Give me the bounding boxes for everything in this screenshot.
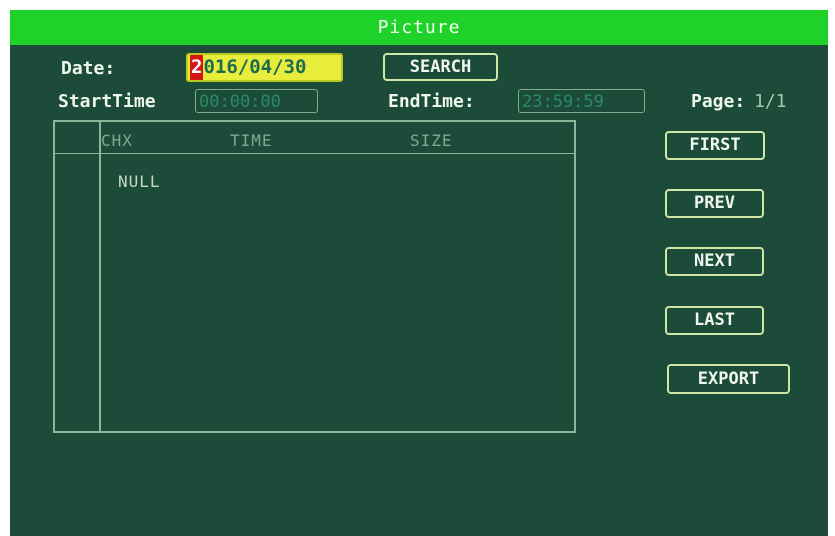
start-time-field[interactable]: 00:00:00 xyxy=(195,89,318,113)
date-cursor: 2 xyxy=(190,55,204,80)
header-divider xyxy=(55,153,574,154)
index-column-divider xyxy=(99,122,101,431)
column-header-time: TIME xyxy=(230,131,273,150)
file-list-table: CHX TIME SIZE NULL xyxy=(53,120,576,433)
date-field[interactable]: 2016/04/30 xyxy=(186,53,343,82)
export-button[interactable]: EXPORT xyxy=(667,364,790,394)
table-empty-text: NULL xyxy=(118,172,161,191)
prev-page-button[interactable]: PREV xyxy=(665,189,764,218)
page-label: Page: xyxy=(691,91,746,112)
window-title: Picture xyxy=(10,10,828,45)
end-time-label: EndTime: xyxy=(388,91,475,112)
end-time-field[interactable]: 23:59:59 xyxy=(518,89,645,113)
date-label: Date: xyxy=(61,58,116,79)
next-page-button[interactable]: NEXT xyxy=(665,247,764,276)
page-indicator: 1/1 xyxy=(754,91,787,112)
start-time-label: StartTime xyxy=(58,91,156,112)
column-header-size: SIZE xyxy=(410,131,453,150)
last-page-button[interactable]: LAST xyxy=(665,306,764,335)
picture-screen: Picture Date: 2016/04/30 SEARCH StartTim… xyxy=(10,10,828,536)
first-page-button[interactable]: FIRST xyxy=(665,131,765,160)
column-header-chx: CHX xyxy=(101,131,133,150)
date-value: 016/04/30 xyxy=(203,56,307,78)
search-button[interactable]: SEARCH xyxy=(383,53,498,81)
